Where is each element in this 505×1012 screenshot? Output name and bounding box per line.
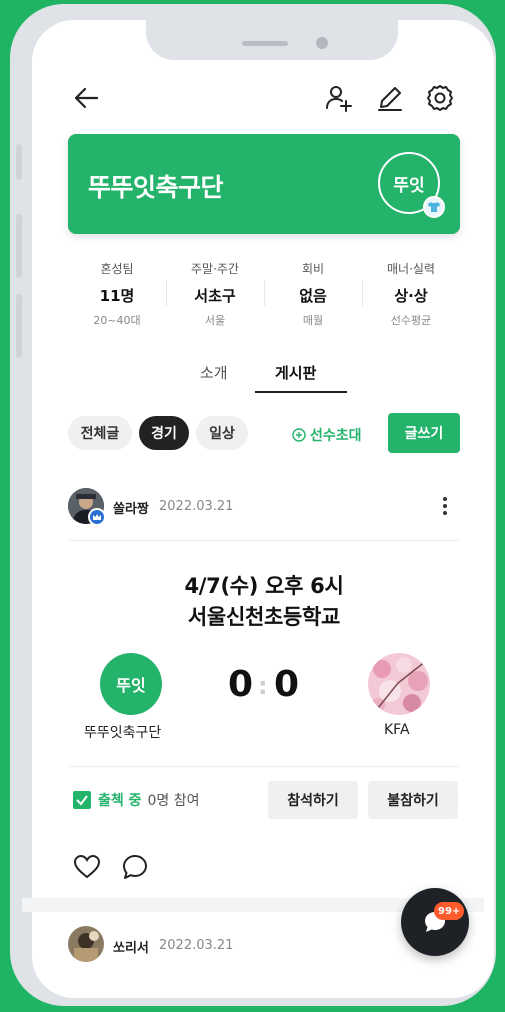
stat-value: 없음 (299, 287, 327, 305)
settings-button[interactable] (424, 82, 456, 114)
team-name: 뚜뚜잇축구단 (88, 173, 224, 202)
stat-value: 11명 (99, 287, 135, 305)
home-team-logo[interactable]: 뚜잇 (100, 653, 162, 715)
write-post-button[interactable]: 글쓰기 (388, 413, 460, 453)
tab-intro[interactable]: 소개 (200, 362, 228, 383)
phone-notch (146, 20, 398, 60)
home-score: 0 (228, 664, 254, 705)
comment-icon (123, 855, 147, 879)
score-separator: : (258, 672, 268, 700)
next-post-author[interactable]: 쏘리서 (113, 937, 149, 956)
crown-icon (93, 514, 101, 520)
phone-side-button (16, 294, 22, 358)
shirt-icon (428, 202, 440, 212)
comment-button[interactable] (120, 852, 150, 882)
stat-sub: 선수평균 (390, 314, 432, 327)
invite-player-button[interactable]: 선수초대 (292, 425, 362, 445)
gear-icon (427, 85, 453, 111)
chat-unread-badge: 99+ (434, 902, 465, 920)
match-place: 서울신천초등학교 (187, 605, 341, 629)
user-plus-icon (326, 86, 352, 112)
checkbox-checked-icon (73, 791, 91, 809)
match-divider (68, 766, 460, 767)
away-team-name: KFA (384, 722, 410, 738)
back-button[interactable] (70, 82, 102, 114)
uniform-badge (423, 196, 445, 218)
active-tab-indicator (255, 391, 347, 393)
cherry-blossom-photo (368, 653, 430, 715)
away-team-logo[interactable] (368, 653, 430, 715)
team-header-card: 뚜뚜잇축구단 뚜잇 (68, 134, 460, 234)
stat-item: 회비 없음 매월 (264, 256, 362, 327)
post-date: 2022.03.21 (159, 499, 234, 514)
pencil-icon (378, 87, 402, 111)
phone-side-button (16, 214, 22, 278)
post-author[interactable]: 쏠라짱 (113, 498, 149, 517)
stat-item: 매너·실력 상·상 선수평균 (362, 256, 460, 327)
absent-button[interactable]: 불참하기 (368, 781, 458, 819)
avatar-photo (68, 926, 104, 962)
next-post-date: 2022.03.21 (159, 938, 234, 953)
stat-sub: 매월 (302, 314, 324, 327)
plus-circle-icon (292, 428, 306, 442)
stat-value: 상·상 (394, 287, 428, 305)
add-member-button[interactable] (322, 82, 354, 114)
stat-sub: 20~40대 (93, 314, 141, 327)
stat-label: 주말·주간 (191, 262, 239, 276)
attendance-label: 출첵 중 (98, 793, 142, 809)
stat-item: 혼성팀 11명 20~40대 (68, 256, 166, 327)
stat-label: 회비 (301, 262, 325, 276)
attendance-status: 출첵 중 0명 참여 (72, 790, 200, 810)
camera (316, 37, 328, 49)
stat-item: 주말·주간 서초구 서울 (166, 256, 264, 327)
stat-value: 서초구 (194, 287, 236, 305)
attendance-count: 0명 참여 (147, 793, 200, 809)
heart-icon (73, 854, 101, 879)
chat-fab-button[interactable] (401, 888, 469, 956)
stat-sub: 서울 (204, 314, 226, 327)
filter-all[interactable]: 전체글 (68, 416, 132, 450)
more-vertical-icon (443, 497, 447, 515)
team-stats: 혼성팀 11명 20~40대 주말·주간 서초구 서울 회비 없음 매월 매너·… (68, 256, 460, 327)
back-arrow-icon (74, 87, 99, 109)
crown-badge (88, 508, 106, 526)
next-author-avatar[interactable] (68, 926, 104, 962)
attend-button[interactable]: 참석하기 (268, 781, 358, 819)
phone-side-button (16, 144, 22, 180)
away-score: 0 (274, 664, 300, 705)
post-more-button[interactable] (436, 494, 454, 518)
home-team-name: 뚜뚜잇축구단 (84, 725, 162, 741)
speaker (242, 41, 288, 46)
post-divider (68, 540, 460, 541)
edit-button[interactable] (374, 82, 406, 114)
filter-daily[interactable]: 일상 (196, 416, 248, 450)
tab-board[interactable]: 게시판 (275, 362, 316, 383)
like-button[interactable] (72, 852, 102, 882)
filter-match[interactable]: 경기 (139, 416, 189, 450)
stat-label: 매너·실력 (387, 262, 435, 276)
stat-label: 혼성팀 (100, 262, 134, 276)
invite-label: 선수초대 (310, 428, 362, 444)
match-time: 4/7(수) 오후 6시 (184, 574, 344, 598)
